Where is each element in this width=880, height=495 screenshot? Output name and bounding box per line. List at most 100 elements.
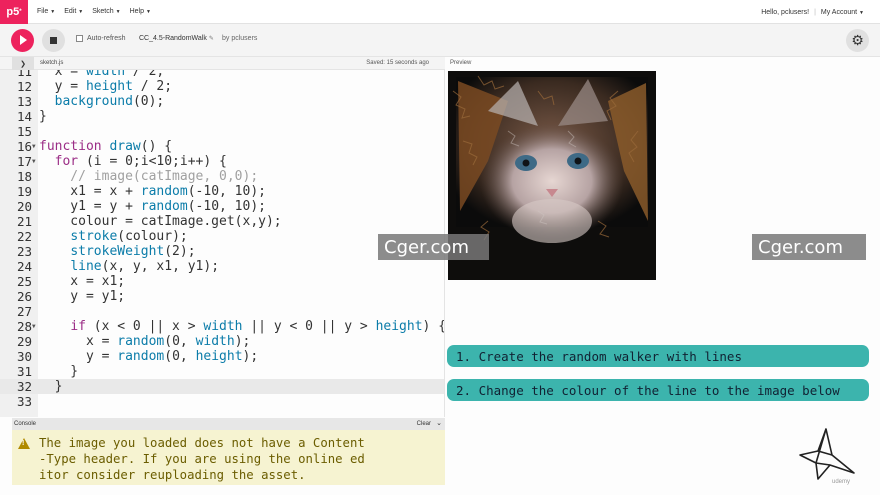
menu-help[interactable]: Help ▼ [130,8,151,15]
auto-refresh-checkbox[interactable] [76,35,83,42]
code-line[interactable]: 17 ▼ for (i = 0;i<10;i++) { [0,154,444,169]
code-line[interactable]: 13 background(0); [0,94,444,109]
my-account-menu[interactable]: My Account ▼ [821,9,864,16]
code-text: stroke(colour); [70,229,188,244]
fold-icon[interactable]: ▼ [32,319,36,334]
menu-file[interactable]: File ▼ [37,8,55,15]
code-text: colour = catImage.get(x,y); [39,214,282,229]
chevron-down-icon: ▼ [78,8,84,15]
sketch-name[interactable]: CC_4.5-RandomWalk ✎ [139,35,214,42]
code-text: } [39,364,79,379]
code-line[interactable]: 16 ▼ function draw() { [0,139,444,154]
code-text: strokeWeight(2); [70,244,196,259]
fold-icon[interactable]: ▼ [32,154,36,169]
code-line[interactable]: 18 // image(catImage, 0,0); [0,169,444,184]
play-button[interactable] [11,29,34,52]
auto-refresh-toggle[interactable]: Auto-refresh [76,35,126,42]
console-clear-button[interactable]: Clear [417,421,431,427]
code-line[interactable]: 24 line(x, y, x1, y1); [0,259,444,274]
code-text: background(0); [54,94,165,109]
code-text: } [39,379,63,394]
file-bar: ❯ sketch.js Saved: 15 seconds ago [0,57,445,70]
line-number: 15 [16,124,32,139]
separator: | [814,8,816,16]
code-line[interactable]: 26 y = y1; [0,289,444,304]
line-number: 22 [16,229,32,244]
code-text: x1 = x + random(-10, 10); [39,184,266,199]
code-text: y = y1; [39,289,126,304]
watermark: Cger.com [752,234,866,260]
line-number: 30 [16,349,32,364]
code-line[interactable]: 33 [0,394,444,409]
line-number: 27 [16,304,32,319]
code-text: y1 = y + random(-10, 10); [39,199,266,214]
code-line[interactable]: 28 ▼ if (x < 0 || x > width || y < 0 || y… [0,319,445,334]
code-text: x = random(0, width); [39,334,251,349]
sketch-name-text: CC_4.5-RandomWalk [139,35,207,42]
chevron-right-icon: ❯ [20,60,26,68]
code-text: } [39,109,47,124]
stop-button[interactable] [42,29,65,52]
greeting: Hello, pclusers! [761,8,810,16]
line-number: 24 [16,259,32,274]
code-line[interactable]: 14} [0,109,444,124]
line-number: 12 [16,79,32,94]
line-number: 29 [16,334,32,349]
code-line[interactable]: 21 colour = catImage.get(x,y); [0,214,444,229]
code-text: function draw() { [39,139,173,154]
line-number: 31 [16,364,32,379]
udemy-watermark: udemy [832,479,851,485]
line-number: 17 [16,154,32,169]
line-number: 11 [16,70,32,79]
console-panel: The image you loaded does not have a Con… [12,430,445,485]
preview-label: Preview [450,60,472,66]
chevron-down-icon: ▼ [115,8,121,15]
code-line[interactable]: 31 } [0,364,444,379]
line-number: 25 [16,274,32,289]
expand-sidebar-button[interactable]: ❯ [12,57,34,70]
chevron-down-icon[interactable]: ⌄ [436,419,442,427]
origami-crane-logo [799,428,855,480]
code-line[interactable]: 12 y = height / 2; [0,79,444,94]
menu-file-label: File [37,8,49,15]
menu-sketch-label: Sketch [92,8,114,15]
watermark: Cger.com [378,234,489,260]
settings-button[interactable]: ⚙ [846,29,869,52]
line-number: 18 [16,169,32,184]
console-header: Console Clear ⌄ [12,418,445,430]
code-text: for (i = 0;i<10;i++) { [54,154,227,169]
menu-edit-label: Edit [64,8,77,15]
code-text: if (x < 0 || x > width || y < 0 || y > h… [70,319,445,334]
pencil-icon[interactable]: ✎ [209,35,214,42]
code-text: y = random(0, height); [39,349,259,364]
code-line[interactable]: 27 [0,304,444,319]
gear-icon: ⚙ [851,32,864,48]
toolbar: Auto-refresh CC_4.5-RandomWalk ✎ by pclus… [0,24,880,57]
logo-text: p5 [6,5,20,18]
user-area: Hello, pclusers! | My Account ▼ [761,0,864,24]
code-line[interactable]: 11 x = width / 2; [0,70,444,79]
chevron-down-icon: ▼ [146,8,151,15]
menu-sketch[interactable]: Sketch ▼ [92,8,120,15]
warning-icon [18,438,30,449]
line-number: 14 [16,109,32,124]
file-name[interactable]: sketch.js [40,60,63,66]
line-number: 16 [16,139,32,154]
code-line[interactable]: 32 } [0,379,444,394]
fold-icon[interactable]: ▼ [32,139,36,154]
line-number: 28 [16,319,32,334]
code-line[interactable]: 20 y1 = y + random(-10, 10); [0,199,444,214]
line-number: 13 [16,94,32,109]
code-line[interactable]: 19 x1 = x + random(-10, 10); [0,184,444,199]
task-pill-2: 2. Change the colour of the line to the … [447,379,869,401]
code-line[interactable]: 25 x = x1; [0,274,444,289]
code-line[interactable]: 15 [0,124,444,139]
p5-logo[interactable]: p5 * [0,0,28,24]
code-line[interactable]: 29 x = random(0, width); [0,334,444,349]
logo-sup: * [19,8,22,15]
saved-status: Saved: 15 seconds ago [366,60,429,66]
code-text: // image(catImage, 0,0); [39,169,259,184]
chevron-down-icon: ▼ [859,9,864,16]
code-line[interactable]: 30 y = random(0, height); [0,349,444,364]
menu-edit[interactable]: Edit ▼ [64,8,83,15]
